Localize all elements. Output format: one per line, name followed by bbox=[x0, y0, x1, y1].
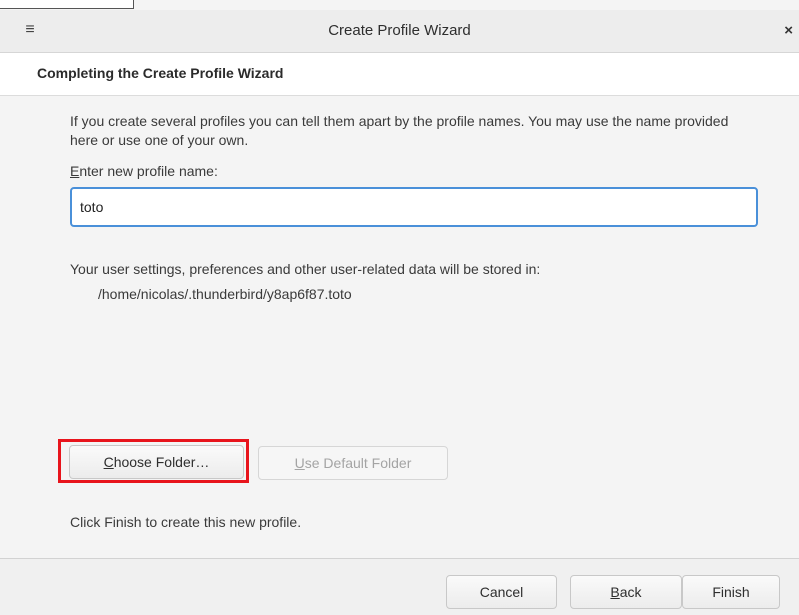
intro-text: If you create several profiles you can t… bbox=[70, 113, 729, 148]
choose-folder-text: hoose Folder… bbox=[113, 454, 210, 470]
back-mnemonic: B bbox=[610, 584, 620, 600]
finish-note: Click Finish to create this new profile. bbox=[70, 514, 302, 530]
cancel-button[interactable]: Cancel bbox=[446, 575, 557, 609]
page-title: Completing the Create Profile Wizard bbox=[37, 65, 284, 81]
close-icon[interactable]: × bbox=[784, 22, 793, 39]
profile-name-label-text: nter new profile name: bbox=[79, 163, 218, 179]
profile-name-label: Enter new profile name: bbox=[70, 163, 218, 179]
wizard-footer: Cancel Back Finish bbox=[0, 558, 799, 615]
storage-path: /home/nicolas/.thunderbird/y8ap6f87.toto bbox=[98, 286, 352, 302]
storage-location-text: Your user settings, preferences and othe… bbox=[70, 261, 541, 277]
create-profile-wizard-window: ≡ Create Profile Wizard × Completing the… bbox=[0, 0, 799, 615]
background-window-fragment bbox=[0, 0, 134, 9]
use-default-text: se Default Folder bbox=[304, 455, 412, 471]
use-default-folder-button[interactable]: Use Default Folder bbox=[258, 446, 448, 480]
finish-button[interactable]: Finish bbox=[682, 575, 780, 609]
back-button[interactable]: Back bbox=[570, 575, 682, 609]
choose-folder-mnemonic: C bbox=[103, 454, 114, 470]
profile-name-input[interactable] bbox=[70, 187, 758, 227]
wizard-header: Completing the Create Profile Wizard bbox=[0, 53, 799, 96]
back-text: ack bbox=[619, 584, 642, 600]
profile-name-label-mnemonic: E bbox=[70, 163, 80, 179]
window-title: Create Profile Wizard bbox=[328, 22, 471, 39]
titlebar: ≡ Create Profile Wizard × bbox=[0, 10, 799, 53]
wizard-content: If you create several profiles you can t… bbox=[0, 96, 799, 558]
choose-folder-button[interactable]: Choose Folder… bbox=[69, 445, 244, 479]
use-default-mnemonic: U bbox=[294, 455, 305, 471]
